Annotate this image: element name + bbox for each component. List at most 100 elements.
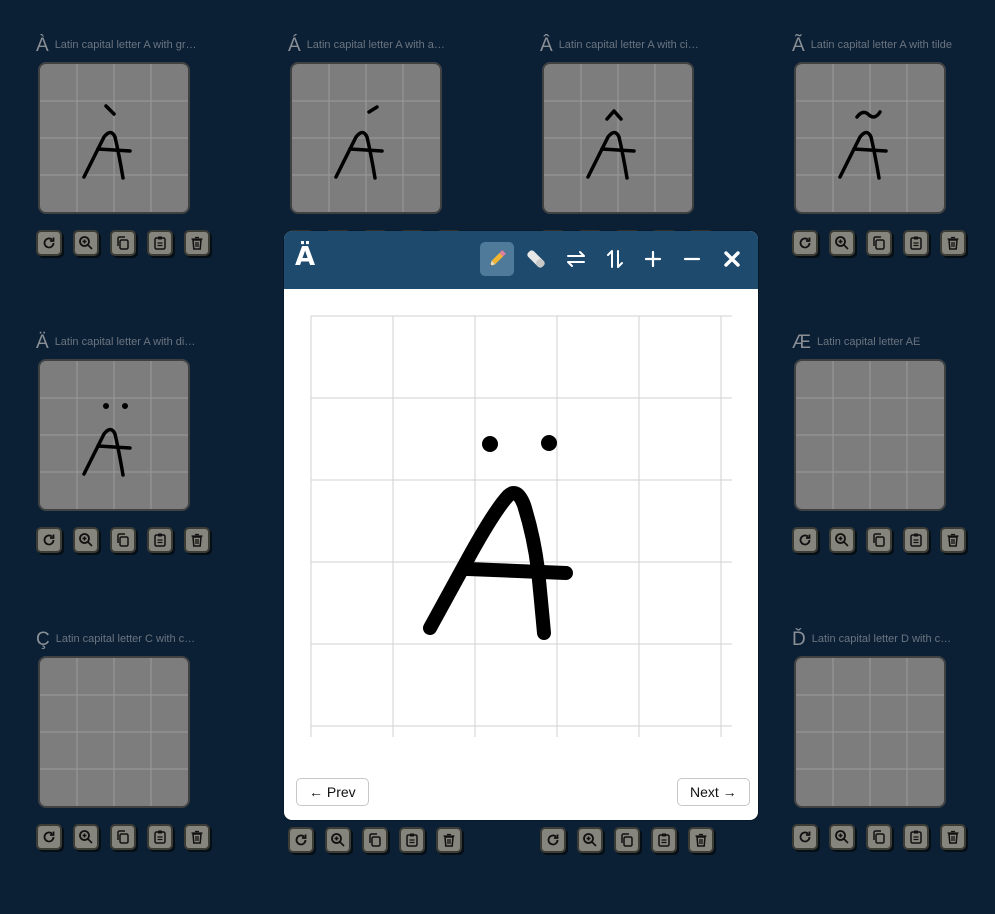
delete-button[interactable] [940,527,966,553]
glyph-canvas[interactable] [38,359,190,511]
copy-button[interactable] [110,527,136,553]
eraser-tool-button[interactable] [519,242,553,276]
glyph-canvas[interactable] [794,62,946,214]
glyph-card-c-cedilla: Ç Latin capital letter C with c… [36,628,266,850]
modal-header: Ä [284,231,758,289]
delete-button[interactable] [940,230,966,256]
delete-button[interactable] [184,230,210,256]
zoom-in-icon [835,236,849,250]
undo-button[interactable] [792,230,818,256]
card-name: Latin capital letter AE [817,336,921,348]
trash-icon [947,533,959,547]
zoom-in-button[interactable] [73,230,99,256]
paste-button[interactable] [147,230,173,256]
card-glyph: Ä [36,331,49,353]
card-name: Latin capital letter A with tilde [810,39,952,51]
delete-button[interactable] [688,827,714,853]
flip-horizontal-button[interactable] [559,242,593,276]
paste-button[interactable] [399,827,425,853]
card-name: Latin capital letter C with c… [55,633,196,645]
copy-icon [117,236,129,250]
copy-icon [873,533,885,547]
paste-icon [154,533,166,547]
undo-button[interactable] [792,824,818,850]
copy-icon [621,833,633,847]
trash-icon [191,236,203,250]
card-toolbar [288,827,473,853]
zoom-in-icon [835,830,849,844]
zoom-in-icon [331,833,345,847]
paste-icon [910,533,922,547]
zoom-in-icon [79,830,93,844]
glyph-canvas[interactable] [542,62,694,214]
zoom-in-button[interactable] [829,824,855,850]
card-glyph: À [36,34,49,56]
card-name: Latin capital letter A with a… [306,39,445,51]
paste-button[interactable] [147,527,173,553]
zoom-out-button[interactable] [675,242,709,276]
paste-icon [154,236,166,250]
undo-button[interactable] [540,827,566,853]
card-glyph: Á [288,34,301,56]
undo-icon [43,534,55,546]
glyph-card-d-caron: Ď Latin capital letter D with c… [792,628,995,850]
delete-button[interactable] [184,824,210,850]
close-button[interactable] [715,242,749,276]
paste-button[interactable] [147,824,173,850]
glyph-canvas[interactable] [794,359,946,511]
undo-button[interactable] [288,827,314,853]
copy-button[interactable] [866,230,892,256]
trash-icon [443,833,455,847]
glyph-canvas[interactable] [794,656,946,808]
trash-icon [947,236,959,250]
undo-button[interactable] [792,527,818,553]
copy-button[interactable] [362,827,388,853]
paste-icon [658,833,670,847]
paste-button[interactable] [651,827,677,853]
zoom-in-button[interactable] [73,824,99,850]
copy-button[interactable] [614,827,640,853]
zoom-in-button[interactable] [636,242,670,276]
next-button[interactable]: Next → [677,778,750,806]
zoom-in-button[interactable] [829,230,855,256]
zoom-in-button[interactable] [577,827,603,853]
copy-button[interactable] [866,527,892,553]
paste-icon [910,830,922,844]
zoom-in-button[interactable] [829,527,855,553]
card-glyph: Ç [36,628,50,650]
copy-button[interactable] [866,824,892,850]
glyph-canvas[interactable] [38,62,190,214]
flip-vertical-button[interactable] [598,242,632,276]
undo-icon [547,834,559,846]
close-icon [724,251,740,267]
pencil-tool-button[interactable] [480,242,514,276]
paste-button[interactable] [903,824,929,850]
paste-button[interactable] [903,230,929,256]
glyph-drawing[interactable] [310,315,732,737]
undo-button[interactable] [36,230,62,256]
card-name: Latin capital letter A with gr… [54,39,197,51]
delete-button[interactable] [940,824,966,850]
prev-button[interactable]: ← Prev [296,778,369,806]
copy-icon [873,830,885,844]
undo-button[interactable] [36,824,62,850]
undo-icon [799,534,811,546]
undo-icon [43,237,55,249]
undo-button[interactable] [36,527,62,553]
card-glyph: Ď [792,628,806,650]
zoom-in-button[interactable] [325,827,351,853]
paste-button[interactable] [903,527,929,553]
trash-icon [947,830,959,844]
copy-button[interactable] [110,230,136,256]
zoom-in-icon [583,833,597,847]
zoom-in-button[interactable] [73,527,99,553]
drawing-canvas[interactable] [310,315,732,742]
delete-button[interactable] [436,827,462,853]
trash-icon [191,830,203,844]
copy-button[interactable] [110,824,136,850]
delete-button[interactable] [184,527,210,553]
glyph-canvas[interactable] [290,62,442,214]
copy-icon [117,830,129,844]
zoom-in-icon [835,533,849,547]
glyph-canvas[interactable] [38,656,190,808]
